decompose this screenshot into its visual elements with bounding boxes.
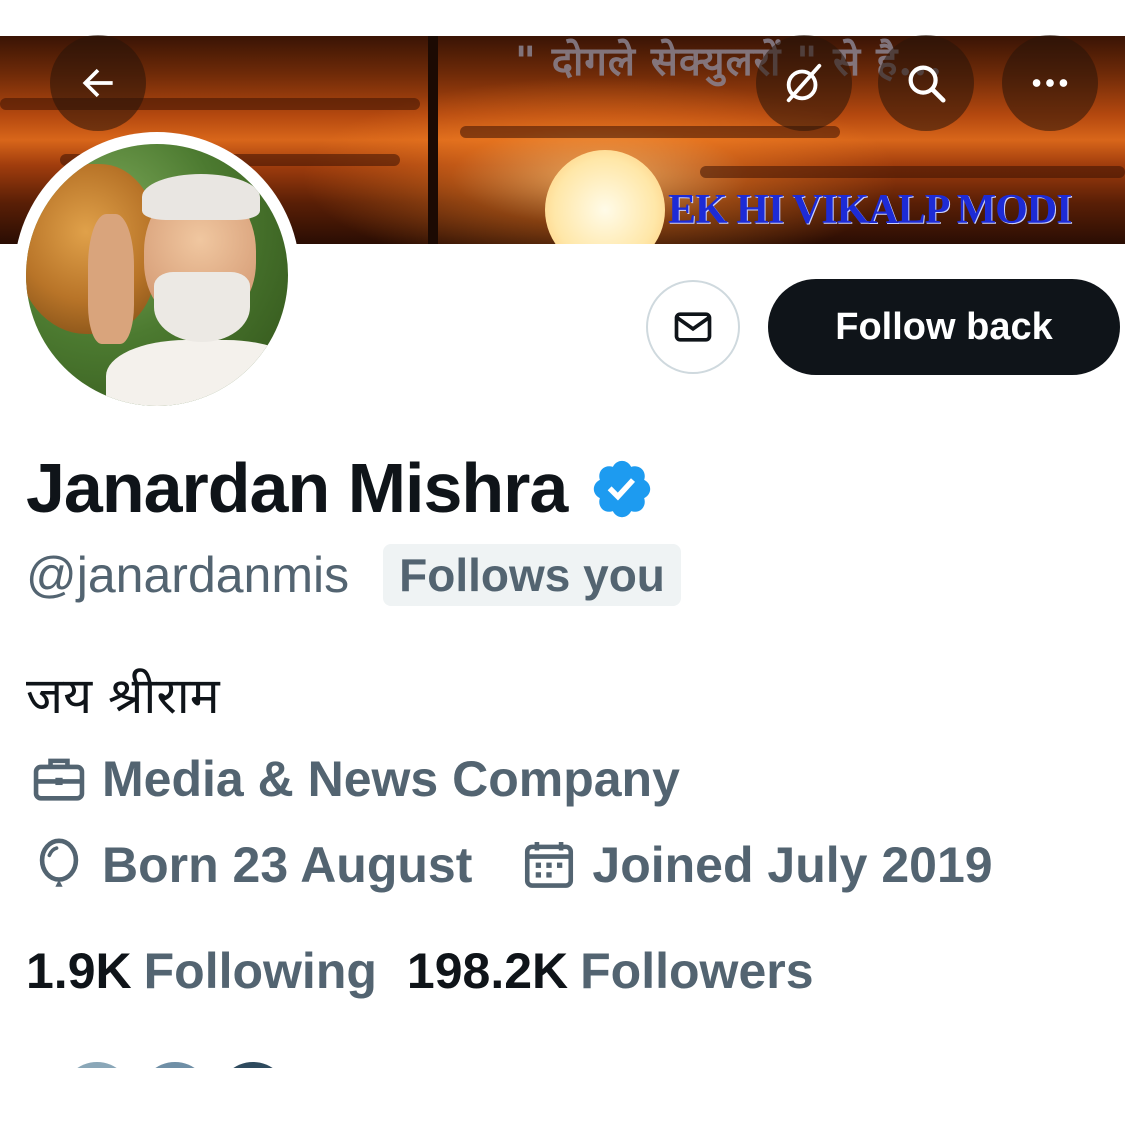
- follows-you-badge: Follows you: [383, 544, 681, 606]
- following-count: 1.9K: [26, 943, 132, 999]
- search-icon: [908, 65, 946, 103]
- balloon-icon: [30, 836, 88, 894]
- avatar-kurta: [106, 340, 288, 406]
- search-button[interactable]: [878, 35, 974, 131]
- screenshot-crop-edge: [0, 1068, 1125, 1134]
- grok-icon: [786, 63, 822, 103]
- envelope-icon: [674, 312, 712, 342]
- handle-row: @janardanmis Follows you: [26, 544, 681, 606]
- profile-name-row: Janardan Mishra: [26, 448, 655, 528]
- profile-stats: 1.9K Following 198.2K Followers: [26, 942, 814, 1000]
- calendar-icon: [520, 836, 578, 894]
- category-text: Media & News Company: [102, 751, 680, 807]
- message-button[interactable]: [646, 280, 740, 374]
- more-horizontal-icon: [1032, 79, 1068, 87]
- briefcase-icon: [30, 750, 88, 808]
- birth-date: Born 23 August: [102, 837, 473, 893]
- following-label: Following: [143, 943, 377, 999]
- avatar-beard: [154, 272, 250, 342]
- banner-slogan: EK HI VIKALP MODI: [668, 187, 1072, 233]
- followers-link[interactable]: 198.2K Followers: [407, 942, 814, 1000]
- followers-label: Followers: [580, 943, 814, 999]
- more-button[interactable]: [1002, 35, 1098, 131]
- banner-cloud: [460, 126, 840, 138]
- grok-button[interactable]: [756, 35, 852, 131]
- profile-category: Media & News Company: [30, 750, 680, 808]
- avatar[interactable]: [14, 132, 300, 418]
- join-date: Joined July 2019: [592, 837, 993, 893]
- user-handle: @janardanmis: [26, 547, 350, 603]
- banner-pole: [428, 36, 438, 244]
- profile-bio: जय श्रीराम: [26, 667, 220, 725]
- verified-badge-icon[interactable]: [589, 456, 655, 527]
- avatar-image: [26, 144, 288, 406]
- followers-count: 198.2K: [406, 943, 569, 999]
- arrow-left-icon: [82, 68, 113, 98]
- banner-cloud: [700, 166, 1125, 178]
- display-name: Janardan Mishra: [26, 449, 568, 527]
- follow-back-button[interactable]: Follow back: [768, 279, 1120, 375]
- followed-by-text[interactable]: Followed by Bala ... and ...: [360, 1054, 982, 1068]
- following-link[interactable]: 1.9K Following: [26, 942, 377, 1000]
- back-button[interactable]: [50, 35, 146, 131]
- profile-dates: Born 23 August Joined July 2019: [30, 836, 993, 894]
- avatar-hair: [142, 174, 260, 220]
- avatar-hand: [88, 214, 134, 344]
